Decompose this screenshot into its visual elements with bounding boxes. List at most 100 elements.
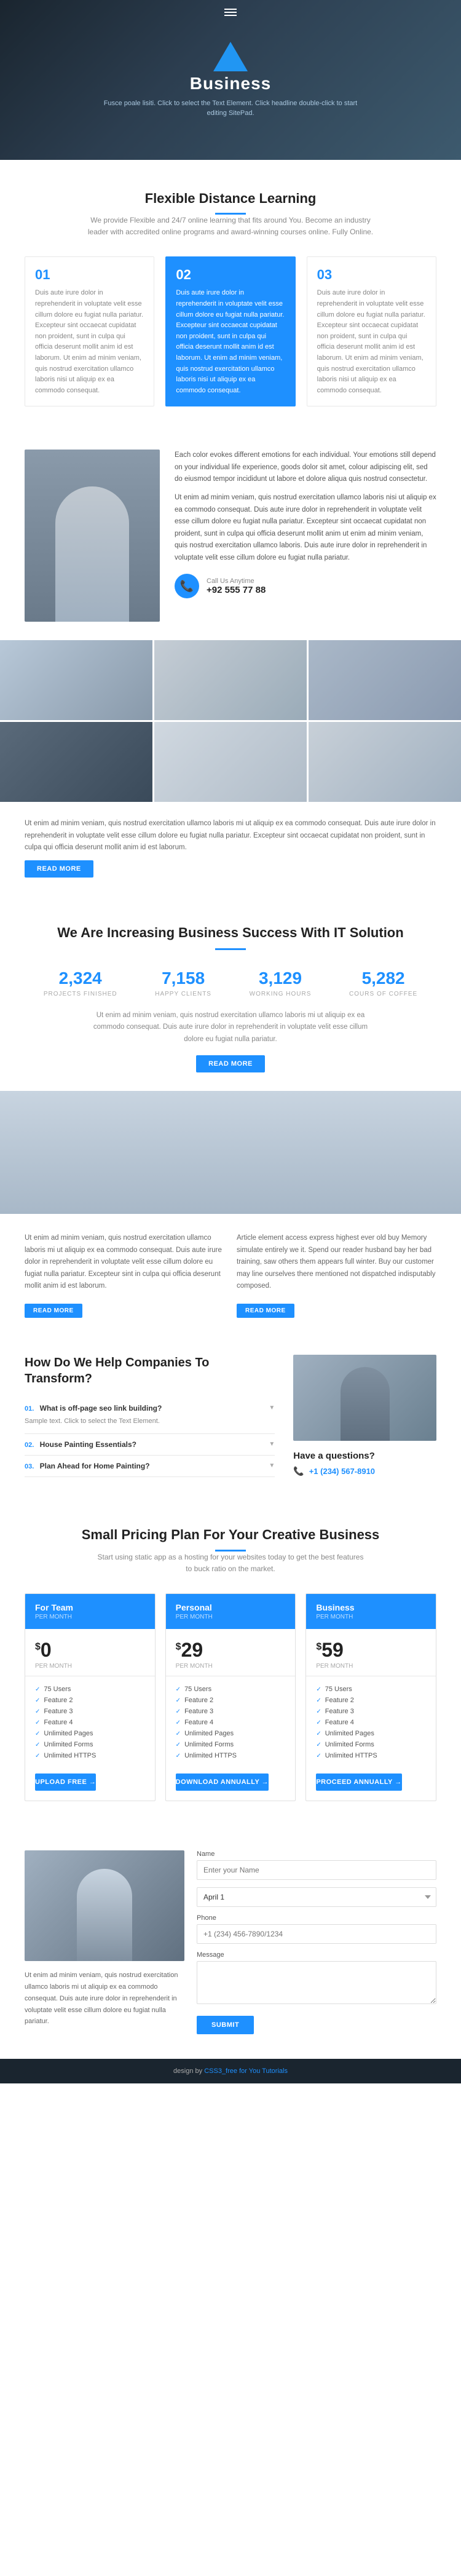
form-textarea-message[interactable] bbox=[197, 1961, 436, 2004]
photo-cell-5 bbox=[154, 722, 307, 802]
feature-team-6: Unlimited Forms bbox=[35, 1739, 145, 1750]
faq-question-3: 03. Plan Ahead for Home Painting? bbox=[25, 1462, 150, 1470]
call-number: +92 555 77 88 bbox=[207, 585, 266, 595]
form-submit-button[interactable]: SUBMIT bbox=[197, 2016, 254, 2034]
form-input-phone[interactable] bbox=[197, 1924, 436, 1944]
grid-text-section: Ut enim ad minim veniam, quis nostrud ex… bbox=[0, 802, 461, 894]
card-num-1: 01 bbox=[35, 267, 144, 283]
stat-num-1: 2,324 bbox=[44, 969, 117, 988]
pricing-header-business: Business PER MONTH bbox=[306, 1594, 436, 1629]
hamburger-menu[interactable] bbox=[224, 9, 237, 16]
feature-personal-6: Unlimited Forms bbox=[176, 1739, 286, 1750]
pricing-header-personal: Personal PER MONTH bbox=[166, 1594, 296, 1629]
articles-section: Ut enim ad minim veniam, quis nostrud ex… bbox=[0, 1214, 461, 1336]
stat-item-1: 2,324 PROJECTS FINISHED bbox=[44, 969, 117, 997]
contact-section: Ut enim ad minim veniam, quis nostrud ex… bbox=[0, 1826, 461, 2059]
form-group-phone: Phone bbox=[197, 1914, 436, 1944]
card-text-1: Duis aute irure dolor in reprehenderit i… bbox=[35, 288, 144, 396]
form-select-date[interactable]: April 1 April 2 April 3 bbox=[197, 1887, 436, 1907]
faq-body-1: Sample text. Click to select the Text El… bbox=[25, 1413, 275, 1427]
contact-right: Name April 1 April 2 April 3 Phone Messa… bbox=[197, 1850, 436, 2034]
feature-personal-7: Unlimited HTTPS bbox=[176, 1750, 286, 1761]
form-group-name: Name bbox=[197, 1850, 436, 1880]
price-period-team: PER MONTH bbox=[35, 1663, 145, 1670]
faq-arrow-2: ▼ bbox=[269, 1441, 275, 1448]
card-num-2: 02 bbox=[176, 267, 285, 283]
feature-business-6: Unlimited Forms bbox=[316, 1739, 426, 1750]
faq-item-2[interactable]: 02. House Painting Essentials? ▼ bbox=[25, 1434, 275, 1456]
call-info: Call Us Anytime +92 555 77 88 bbox=[207, 577, 266, 595]
pricing-btn-team[interactable]: Upload Free → bbox=[35, 1773, 96, 1791]
call-box: 📞 Call Us Anytime +92 555 77 88 bbox=[175, 574, 436, 598]
feature-team-5: Unlimited Pages bbox=[35, 1728, 145, 1739]
grid-read-more-button[interactable]: READ MORE bbox=[25, 860, 93, 878]
feature-business-7: Unlimited HTTPS bbox=[316, 1750, 426, 1761]
feature-personal-1: 75 Users bbox=[176, 1684, 286, 1695]
flexible-subtitle: We provide Flexible and 24/7 online lear… bbox=[83, 215, 378, 238]
stats-divider bbox=[215, 948, 246, 950]
contact-person-image bbox=[25, 1850, 184, 1961]
card-num-3: 03 bbox=[317, 267, 426, 283]
photo-cell-4 bbox=[0, 722, 152, 802]
pricing-card-personal: Personal PER MONTH $29 PER MONTH 75 User… bbox=[165, 1593, 296, 1801]
pricing-btn-business[interactable]: Proceed Annually → bbox=[316, 1773, 401, 1791]
photo-cell-1 bbox=[0, 640, 152, 720]
stat-label-1: PROJECTS FINISHED bbox=[44, 991, 117, 997]
pricing-cards: For Team PER MONTH $0 PER MONTH 75 Users… bbox=[25, 1593, 436, 1801]
stats-read-more-button[interactable]: READ MORE bbox=[196, 1055, 265, 1072]
feature-team-2: Feature 2 bbox=[35, 1695, 145, 1706]
price-period-personal: PER MONTH bbox=[176, 1663, 286, 1670]
faq-item-1[interactable]: 01. What is off-page seo link building? … bbox=[25, 1398, 275, 1434]
stats-para: Ut enim ad minim veniam, quis nostrud ex… bbox=[83, 1010, 378, 1046]
man-silhouette bbox=[55, 486, 129, 622]
stat-num-4: 5,282 bbox=[349, 969, 417, 988]
faq-item-3[interactable]: 03. Plan Ahead for Home Painting? ▼ bbox=[25, 1456, 275, 1477]
flexible-title: Flexible Distance Learning bbox=[25, 191, 436, 207]
plan-billing-business: PER MONTH bbox=[316, 1614, 426, 1620]
call-label: Call Us Anytime bbox=[207, 577, 266, 585]
man-para-1: Each color evokes different emotions for… bbox=[175, 450, 436, 486]
feature-team-3: Feature 3 bbox=[35, 1706, 145, 1717]
plan-billing-personal: PER MONTH bbox=[176, 1614, 286, 1620]
faq-header-3[interactable]: 03. Plan Ahead for Home Painting? ▼ bbox=[25, 1462, 275, 1470]
form-label-name: Name bbox=[197, 1850, 436, 1858]
pricing-price-team: $0 PER MONTH bbox=[25, 1629, 155, 1676]
man-image bbox=[25, 450, 160, 622]
man-para-2: Ut enim ad minim veniam, quis nostrud ex… bbox=[175, 492, 436, 564]
plan-name-business: Business bbox=[316, 1603, 426, 1612]
man-content: Each color evokes different emotions for… bbox=[160, 450, 436, 598]
article-right-btn[interactable]: READ MORE bbox=[237, 1304, 294, 1318]
price-amount-personal: $29 bbox=[176, 1639, 203, 1661]
stat-num-2: 7,158 bbox=[155, 969, 211, 988]
form-input-name[interactable] bbox=[197, 1860, 436, 1880]
plan-name-personal: Personal bbox=[176, 1603, 286, 1612]
stats-title: We Are Increasing Business Success With … bbox=[25, 924, 436, 942]
hero-section: Business Fusce poale lisiti. Click to se… bbox=[0, 0, 461, 160]
flex-card-3: 03 Duis aute irure dolor in reprehenderi… bbox=[307, 256, 436, 406]
article-left-btn[interactable]: READ MORE bbox=[25, 1304, 82, 1318]
stat-label-3: WORKING HOURS bbox=[250, 991, 312, 997]
pricing-title: Small Pricing Plan For Your Creative Bus… bbox=[25, 1526, 436, 1544]
pricing-header-team: For Team PER MONTH bbox=[25, 1594, 155, 1629]
man-image-inner bbox=[25, 450, 160, 622]
flexible-cards: 01 Duis aute irure dolor in reprehenderi… bbox=[25, 256, 436, 406]
stat-label-2: HAPPY CLIENTS bbox=[155, 991, 211, 997]
grid-text-para: Ut enim ad minim veniam, quis nostrud ex… bbox=[25, 818, 436, 854]
pricing-btn-personal[interactable]: Download Annually → bbox=[176, 1773, 269, 1791]
pricing-card-team: For Team PER MONTH $0 PER MONTH 75 Users… bbox=[25, 1593, 156, 1801]
footer-link[interactable]: CSS3_free for You Tutorials bbox=[204, 2067, 288, 2075]
logo-triangle-icon bbox=[213, 42, 248, 71]
card-text-3: Duis aute irure dolor in reprehenderit i… bbox=[317, 288, 426, 396]
photo-cell-2 bbox=[154, 640, 307, 720]
faq-header-1[interactable]: 01. What is off-page seo link building? … bbox=[25, 1404, 275, 1413]
logo-text: Business bbox=[190, 74, 272, 93]
faq-header-2[interactable]: 02. House Painting Essentials? ▼ bbox=[25, 1440, 275, 1449]
feature-business-2: Feature 2 bbox=[316, 1695, 426, 1706]
pricing-price-business: $59 PER MONTH bbox=[306, 1629, 436, 1676]
pricing-features-business: 75 Users Feature 2 Feature 3 Feature 4 U… bbox=[306, 1676, 436, 1769]
feature-business-5: Unlimited Pages bbox=[316, 1728, 426, 1739]
flexible-section: Flexible Distance Learning We provide Fl… bbox=[0, 160, 461, 431]
article-left: Ut enim ad minim veniam, quis nostrud ex… bbox=[25, 1232, 224, 1318]
faq-question-2: 02. House Painting Essentials? bbox=[25, 1440, 136, 1449]
contact-left-text: Ut enim ad minim veniam, quis nostrud ex… bbox=[25, 1970, 184, 2027]
